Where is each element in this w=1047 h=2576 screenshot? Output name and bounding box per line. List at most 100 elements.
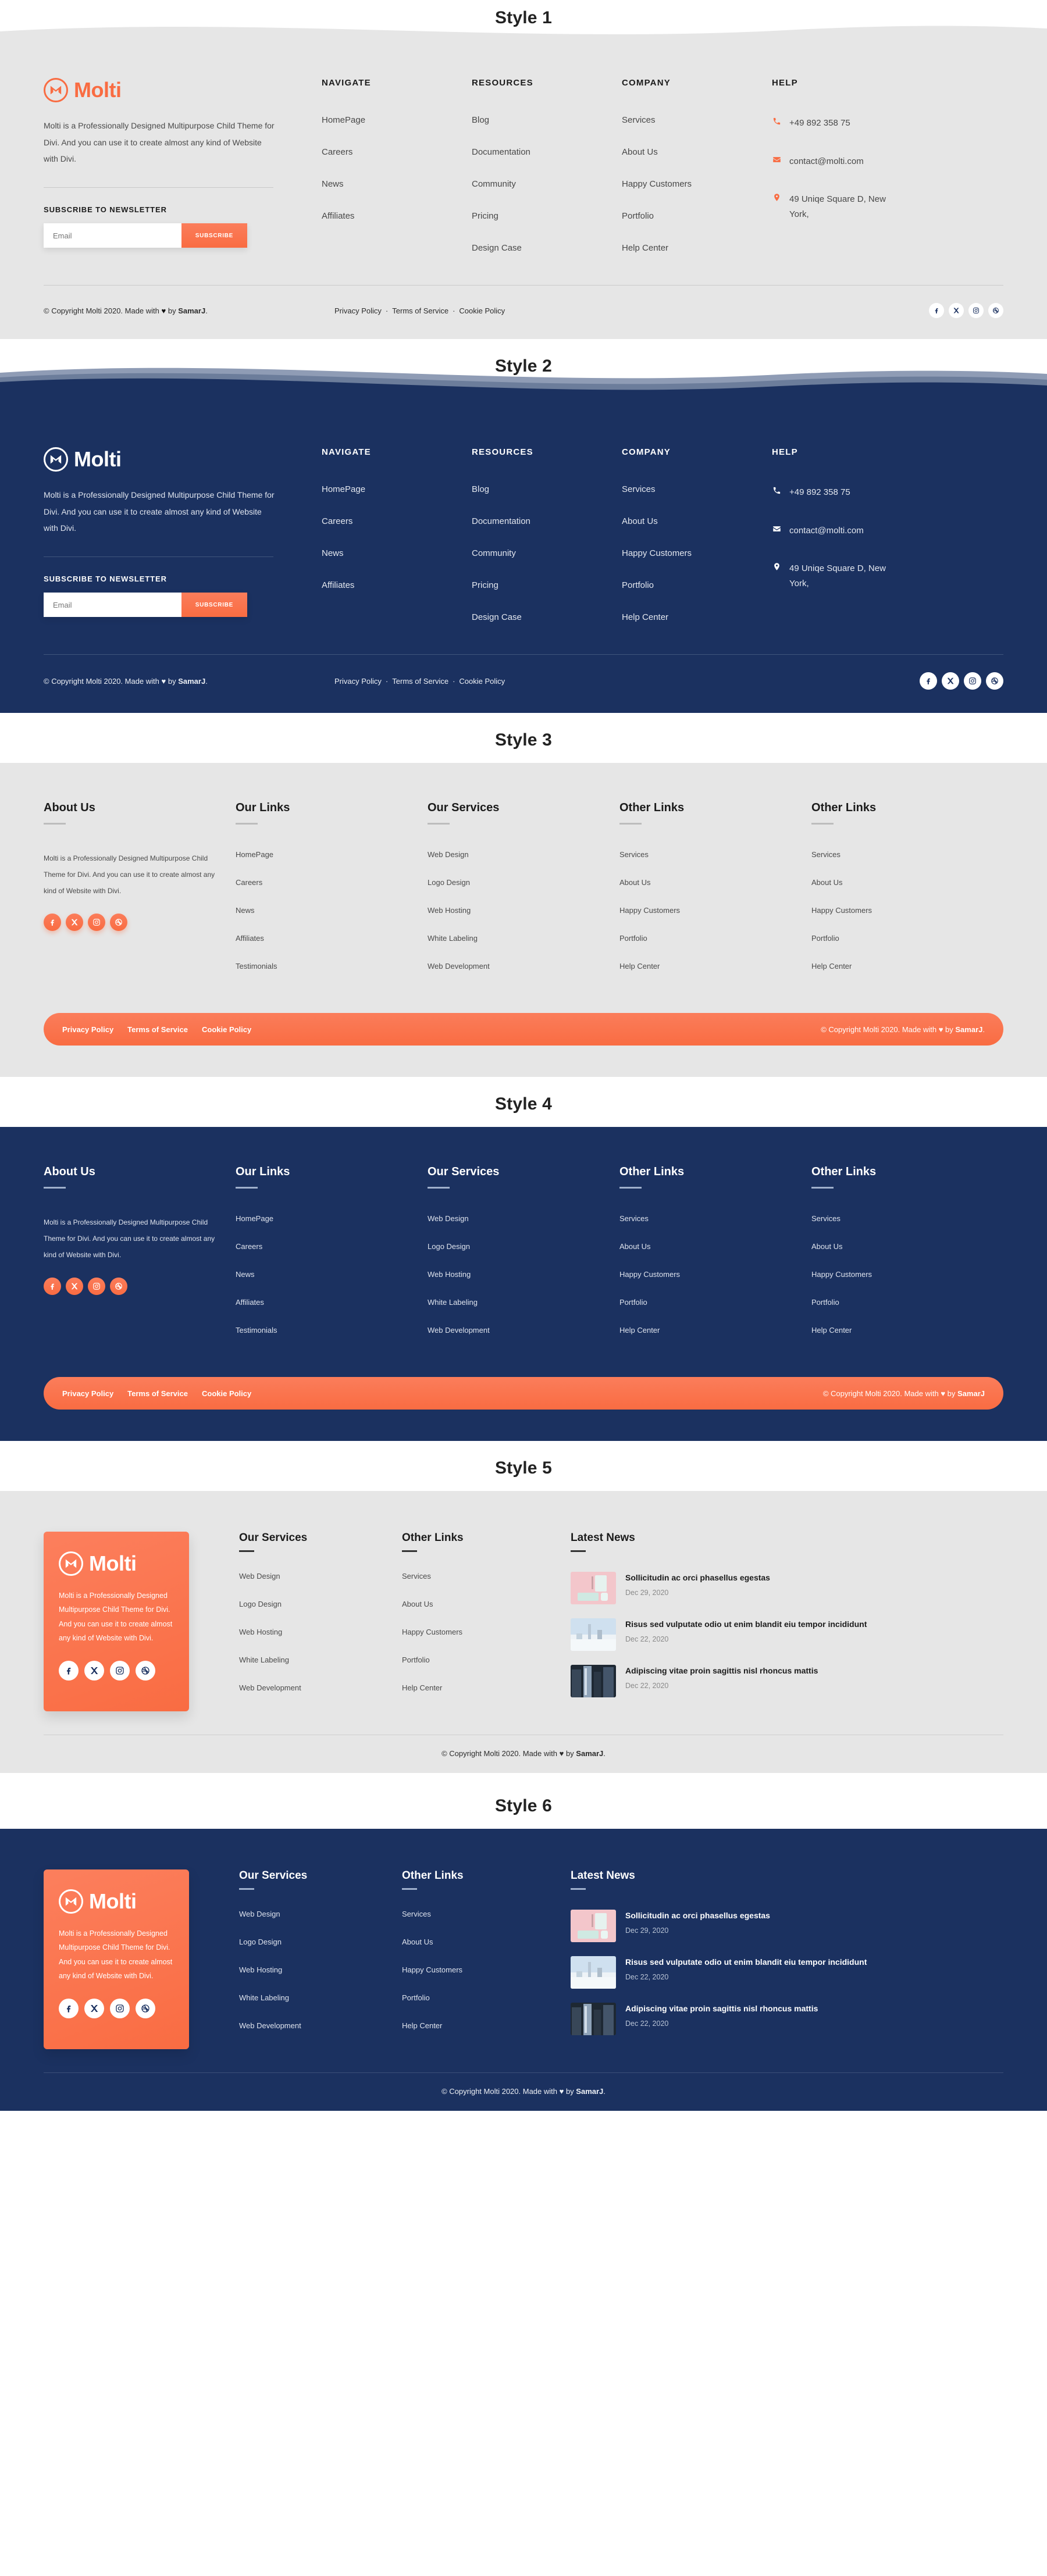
link-logo-design[interactable]: Logo Design: [239, 1600, 402, 1608]
link-help-center[interactable]: Help Center: [619, 962, 794, 971]
link-privacy-policy[interactable]: Privacy Policy: [62, 1025, 113, 1034]
link-affiliates[interactable]: Affiliates: [322, 581, 472, 590]
link-web-development[interactable]: Web Development: [428, 962, 602, 971]
link-web-design[interactable]: Web Design: [428, 1214, 602, 1223]
link-terms-of-service[interactable]: Terms of Service: [392, 306, 448, 315]
x-twitter-icon[interactable]: [942, 672, 959, 690]
link-about-us[interactable]: About Us: [811, 878, 986, 887]
news-item[interactable]: Risus sed vulputate odio ut enim blandit…: [571, 1956, 1003, 1989]
link-happy-customers[interactable]: Happy Customers: [619, 906, 794, 915]
contact-address[interactable]: 49 Uniqe Square D, New York,: [772, 192, 906, 222]
link-community[interactable]: Community: [472, 180, 622, 188]
link-web-development[interactable]: Web Development: [239, 2021, 402, 2030]
link-privacy-policy[interactable]: Privacy Policy: [62, 1389, 113, 1398]
logo-style-6[interactable]: Molti: [59, 1889, 174, 1914]
link-documentation[interactable]: Documentation: [472, 148, 622, 156]
subscribe-button[interactable]: SUBSCRIBE: [181, 223, 247, 248]
link-help-center[interactable]: Help Center: [619, 1326, 794, 1335]
link-cookie-policy[interactable]: Cookie Policy: [202, 1025, 251, 1034]
link-web-hosting[interactable]: Web Hosting: [239, 1628, 402, 1636]
link-logo-design[interactable]: Logo Design: [239, 1938, 402, 1946]
link-help-center[interactable]: Help Center: [402, 2021, 571, 2030]
news-item[interactable]: Adipiscing vitae proin sagittis nisl rho…: [571, 1665, 1003, 1697]
dribbble-icon[interactable]: [988, 303, 1003, 318]
link-homepage[interactable]: HomePage: [322, 116, 472, 124]
x-twitter-icon[interactable]: [84, 1660, 104, 1681]
link-about-us[interactable]: About Us: [811, 1242, 986, 1251]
link-testimonials[interactable]: Testimonials: [236, 1326, 410, 1335]
subscribe-button[interactable]: SUBSCRIBE: [181, 593, 247, 618]
link-affiliates[interactable]: Affiliates: [236, 934, 410, 943]
link-web-hosting[interactable]: Web Hosting: [428, 906, 602, 915]
link-blog[interactable]: Blog: [472, 116, 622, 124]
link-logo-design[interactable]: Logo Design: [428, 878, 602, 887]
link-design-case[interactable]: Design Case: [472, 613, 622, 622]
link-portfolio[interactable]: Portfolio: [811, 934, 986, 943]
link-documentation[interactable]: Documentation: [472, 517, 622, 526]
link-white-labeling[interactable]: White Labeling: [239, 1993, 402, 2002]
link-help-center[interactable]: Help Center: [811, 962, 986, 971]
link-terms-of-service[interactable]: Terms of Service: [392, 677, 448, 686]
link-about-us[interactable]: About Us: [619, 878, 794, 887]
link-portfolio[interactable]: Portfolio: [622, 212, 772, 220]
instagram-icon[interactable]: [110, 1998, 130, 2018]
link-happy-customers[interactable]: Happy Customers: [622, 549, 772, 558]
link-terms-of-service[interactable]: Terms of Service: [127, 1025, 188, 1034]
link-about-us[interactable]: About Us: [402, 1600, 571, 1608]
link-web-design[interactable]: Web Design: [239, 1910, 402, 1918]
dribbble-icon[interactable]: [110, 1277, 127, 1295]
dribbble-icon[interactable]: [986, 672, 1003, 690]
x-twitter-icon[interactable]: [949, 303, 964, 318]
link-cookie-policy[interactable]: Cookie Policy: [459, 306, 505, 315]
news-item[interactable]: Risus sed vulputate odio ut enim blandit…: [571, 1618, 1003, 1651]
link-services[interactable]: Services: [402, 1572, 571, 1580]
instagram-icon[interactable]: [110, 1660, 130, 1681]
facebook-icon[interactable]: [44, 1277, 61, 1295]
link-homepage[interactable]: HomePage: [322, 485, 472, 494]
newsletter-form[interactable]: SUBSCRIBE: [44, 223, 247, 248]
link-affiliates[interactable]: Affiliates: [322, 212, 472, 220]
link-news[interactable]: News: [236, 906, 410, 915]
link-privacy-policy[interactable]: Privacy Policy: [334, 306, 382, 315]
link-web-development[interactable]: Web Development: [428, 1326, 602, 1335]
link-services[interactable]: Services: [811, 850, 986, 859]
link-testimonials[interactable]: Testimonials: [236, 962, 410, 971]
link-happy-customers[interactable]: Happy Customers: [402, 1965, 571, 1974]
link-about-us[interactable]: About Us: [402, 1938, 571, 1946]
link-affiliates[interactable]: Affiliates: [236, 1298, 410, 1307]
link-careers[interactable]: Careers: [236, 1242, 410, 1251]
facebook-icon[interactable]: [59, 1660, 79, 1681]
link-services[interactable]: Services: [619, 850, 794, 859]
link-web-design[interactable]: Web Design: [428, 850, 602, 859]
link-design-case[interactable]: Design Case: [472, 244, 622, 252]
link-cookie-policy[interactable]: Cookie Policy: [459, 677, 505, 686]
link-pricing[interactable]: Pricing: [472, 581, 622, 590]
link-happy-customers[interactable]: Happy Customers: [622, 180, 772, 188]
contact-phone[interactable]: +49 892 358 75: [772, 116, 1003, 131]
contact-phone[interactable]: +49 892 358 75: [772, 485, 1003, 500]
link-services[interactable]: Services: [622, 485, 772, 494]
link-about-us[interactable]: About Us: [622, 517, 772, 526]
link-portfolio[interactable]: Portfolio: [811, 1298, 986, 1307]
link-services[interactable]: Services: [622, 116, 772, 124]
link-portfolio[interactable]: Portfolio: [402, 1993, 571, 2002]
link-happy-customers[interactable]: Happy Customers: [619, 1270, 794, 1279]
link-white-labeling[interactable]: White Labeling: [239, 1656, 402, 1664]
link-community[interactable]: Community: [472, 549, 622, 558]
link-web-hosting[interactable]: Web Hosting: [239, 1965, 402, 1974]
link-web-development[interactable]: Web Development: [239, 1683, 402, 1692]
link-portfolio[interactable]: Portfolio: [402, 1656, 571, 1664]
link-help-center[interactable]: Help Center: [622, 613, 772, 622]
facebook-icon[interactable]: [44, 913, 61, 931]
link-cookie-policy[interactable]: Cookie Policy: [202, 1389, 251, 1398]
link-about-us[interactable]: About Us: [622, 148, 772, 156]
logo-style-2[interactable]: Molti: [44, 447, 288, 472]
link-help-center[interactable]: Help Center: [402, 1683, 571, 1692]
logo-style-1[interactable]: Molti: [44, 78, 288, 102]
instagram-icon[interactable]: [88, 1277, 105, 1295]
facebook-icon[interactable]: [929, 303, 944, 318]
newsletter-form[interactable]: SUBSCRIBE: [44, 593, 247, 618]
contact-email[interactable]: contact@molti.com: [772, 523, 1003, 538]
link-help-center[interactable]: Help Center: [811, 1326, 986, 1335]
link-careers[interactable]: Careers: [236, 878, 410, 887]
